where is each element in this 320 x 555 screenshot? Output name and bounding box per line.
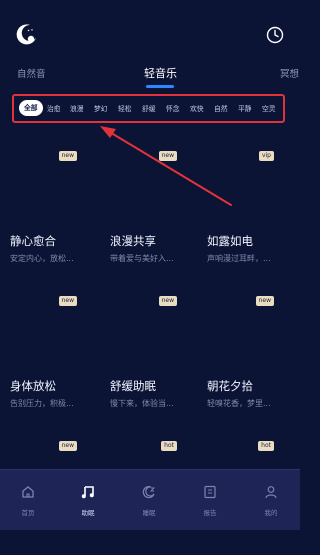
category-tabs: 自然音 轻音乐 冥想 [0, 60, 300, 92]
home-icon [22, 486, 34, 498]
card-title: 朝花夕拾 [207, 379, 253, 393]
chip-cheerful[interactable]: 欢快 [190, 103, 204, 113]
nav-report[interactable]: 报告 [190, 484, 230, 517]
card-title: 如露如电 [207, 234, 253, 248]
card-badge: new [158, 151, 177, 161]
nav-label: 睡眠 [142, 509, 156, 517]
tab-nature-sound[interactable]: 自然音 [17, 66, 46, 80]
chip-calm[interactable]: 平静 [238, 103, 252, 113]
subcategory-bar: 全部 治愈 浪漫 梦幻 轻松 舒缓 怀念 欢快 自然 平静 空灵 [12, 94, 285, 123]
nav-me[interactable]: 我的 [251, 484, 291, 517]
moon-logo-icon [16, 24, 36, 45]
card-badge: hot [161, 441, 177, 451]
card-title: 浪漫共享 [110, 234, 156, 248]
chip-nostalgic[interactable]: 怀念 [166, 103, 180, 113]
card-badge: new [58, 151, 77, 161]
music-card[interactable]: new 静心愈合 安定内心，放松... [0, 145, 95, 265]
nav-sleep[interactable]: 睡眠 [129, 484, 169, 517]
music-card[interactable]: new 舒缓助眠 慢下来，体验当... [100, 290, 195, 410]
chip-ethereal[interactable]: 空灵 [262, 103, 276, 113]
card-badge: new [255, 296, 274, 306]
card-badge: hot [258, 441, 274, 451]
card-title: 身体放松 [10, 379, 56, 393]
music-card[interactable]: new 身体放松 告别压力，积极... [0, 290, 95, 410]
chip-relaxed[interactable]: 轻松 [118, 103, 132, 113]
card-subtitle: 轻嗅花香，梦里... [207, 399, 271, 408]
chip-soothing[interactable]: 舒缓 [142, 103, 156, 113]
card-subtitle: 带着爱与美好入... [110, 254, 174, 263]
card-badge: new [58, 296, 77, 306]
card-subtitle: 安定内心，放松... [10, 254, 74, 263]
user-icon [265, 486, 277, 499]
card-title: 舒缓助眠 [110, 379, 156, 393]
card-badge: new [158, 296, 177, 306]
nav-label: 助眠 [81, 509, 95, 517]
clock-icon[interactable] [266, 26, 284, 44]
music-card[interactable]: new 朝花夕拾 轻嗅花香，梦里... [197, 290, 292, 410]
nav-home[interactable]: 首页 [8, 484, 48, 517]
nav-label: 我的 [264, 509, 278, 517]
music-card[interactable]: new 浪漫共享 带着爱与美好入... [100, 145, 195, 265]
moon-zz-icon [142, 485, 156, 499]
nav-label: 首页 [21, 509, 35, 517]
chip-all[interactable]: 全部 [19, 100, 43, 116]
card-subtitle: 声响漫过耳畔，... [207, 254, 271, 263]
card-badge: vip [258, 151, 274, 161]
card-subtitle: 慢下来，体验当... [110, 399, 174, 408]
nav-sleep-aid[interactable]: 助眠 [68, 484, 108, 517]
chip-dreamy[interactable]: 梦幻 [94, 103, 108, 113]
report-icon [204, 485, 216, 499]
nav-label: 报告 [203, 509, 217, 517]
card-subtitle: 告别压力，积极... [10, 399, 74, 408]
top-bar [0, 0, 300, 60]
tab-meditation[interactable]: 冥想 [280, 66, 299, 80]
active-tab-indicator [146, 85, 174, 88]
card-title: 静心愈合 [10, 234, 56, 248]
music-card[interactable]: vip 如露如电 声响漫过耳畔，... [197, 145, 292, 265]
bottom-nav: 首页 助眠 睡眠 报告 我的 [0, 469, 300, 530]
chip-natural[interactable]: 自然 [214, 103, 228, 113]
chip-romantic[interactable]: 浪漫 [70, 103, 84, 113]
music-note-icon [81, 486, 94, 499]
chip-healing[interactable]: 治愈 [47, 103, 61, 113]
tab-light-music[interactable]: 轻音乐 [144, 65, 177, 81]
card-badge: new [58, 441, 77, 451]
